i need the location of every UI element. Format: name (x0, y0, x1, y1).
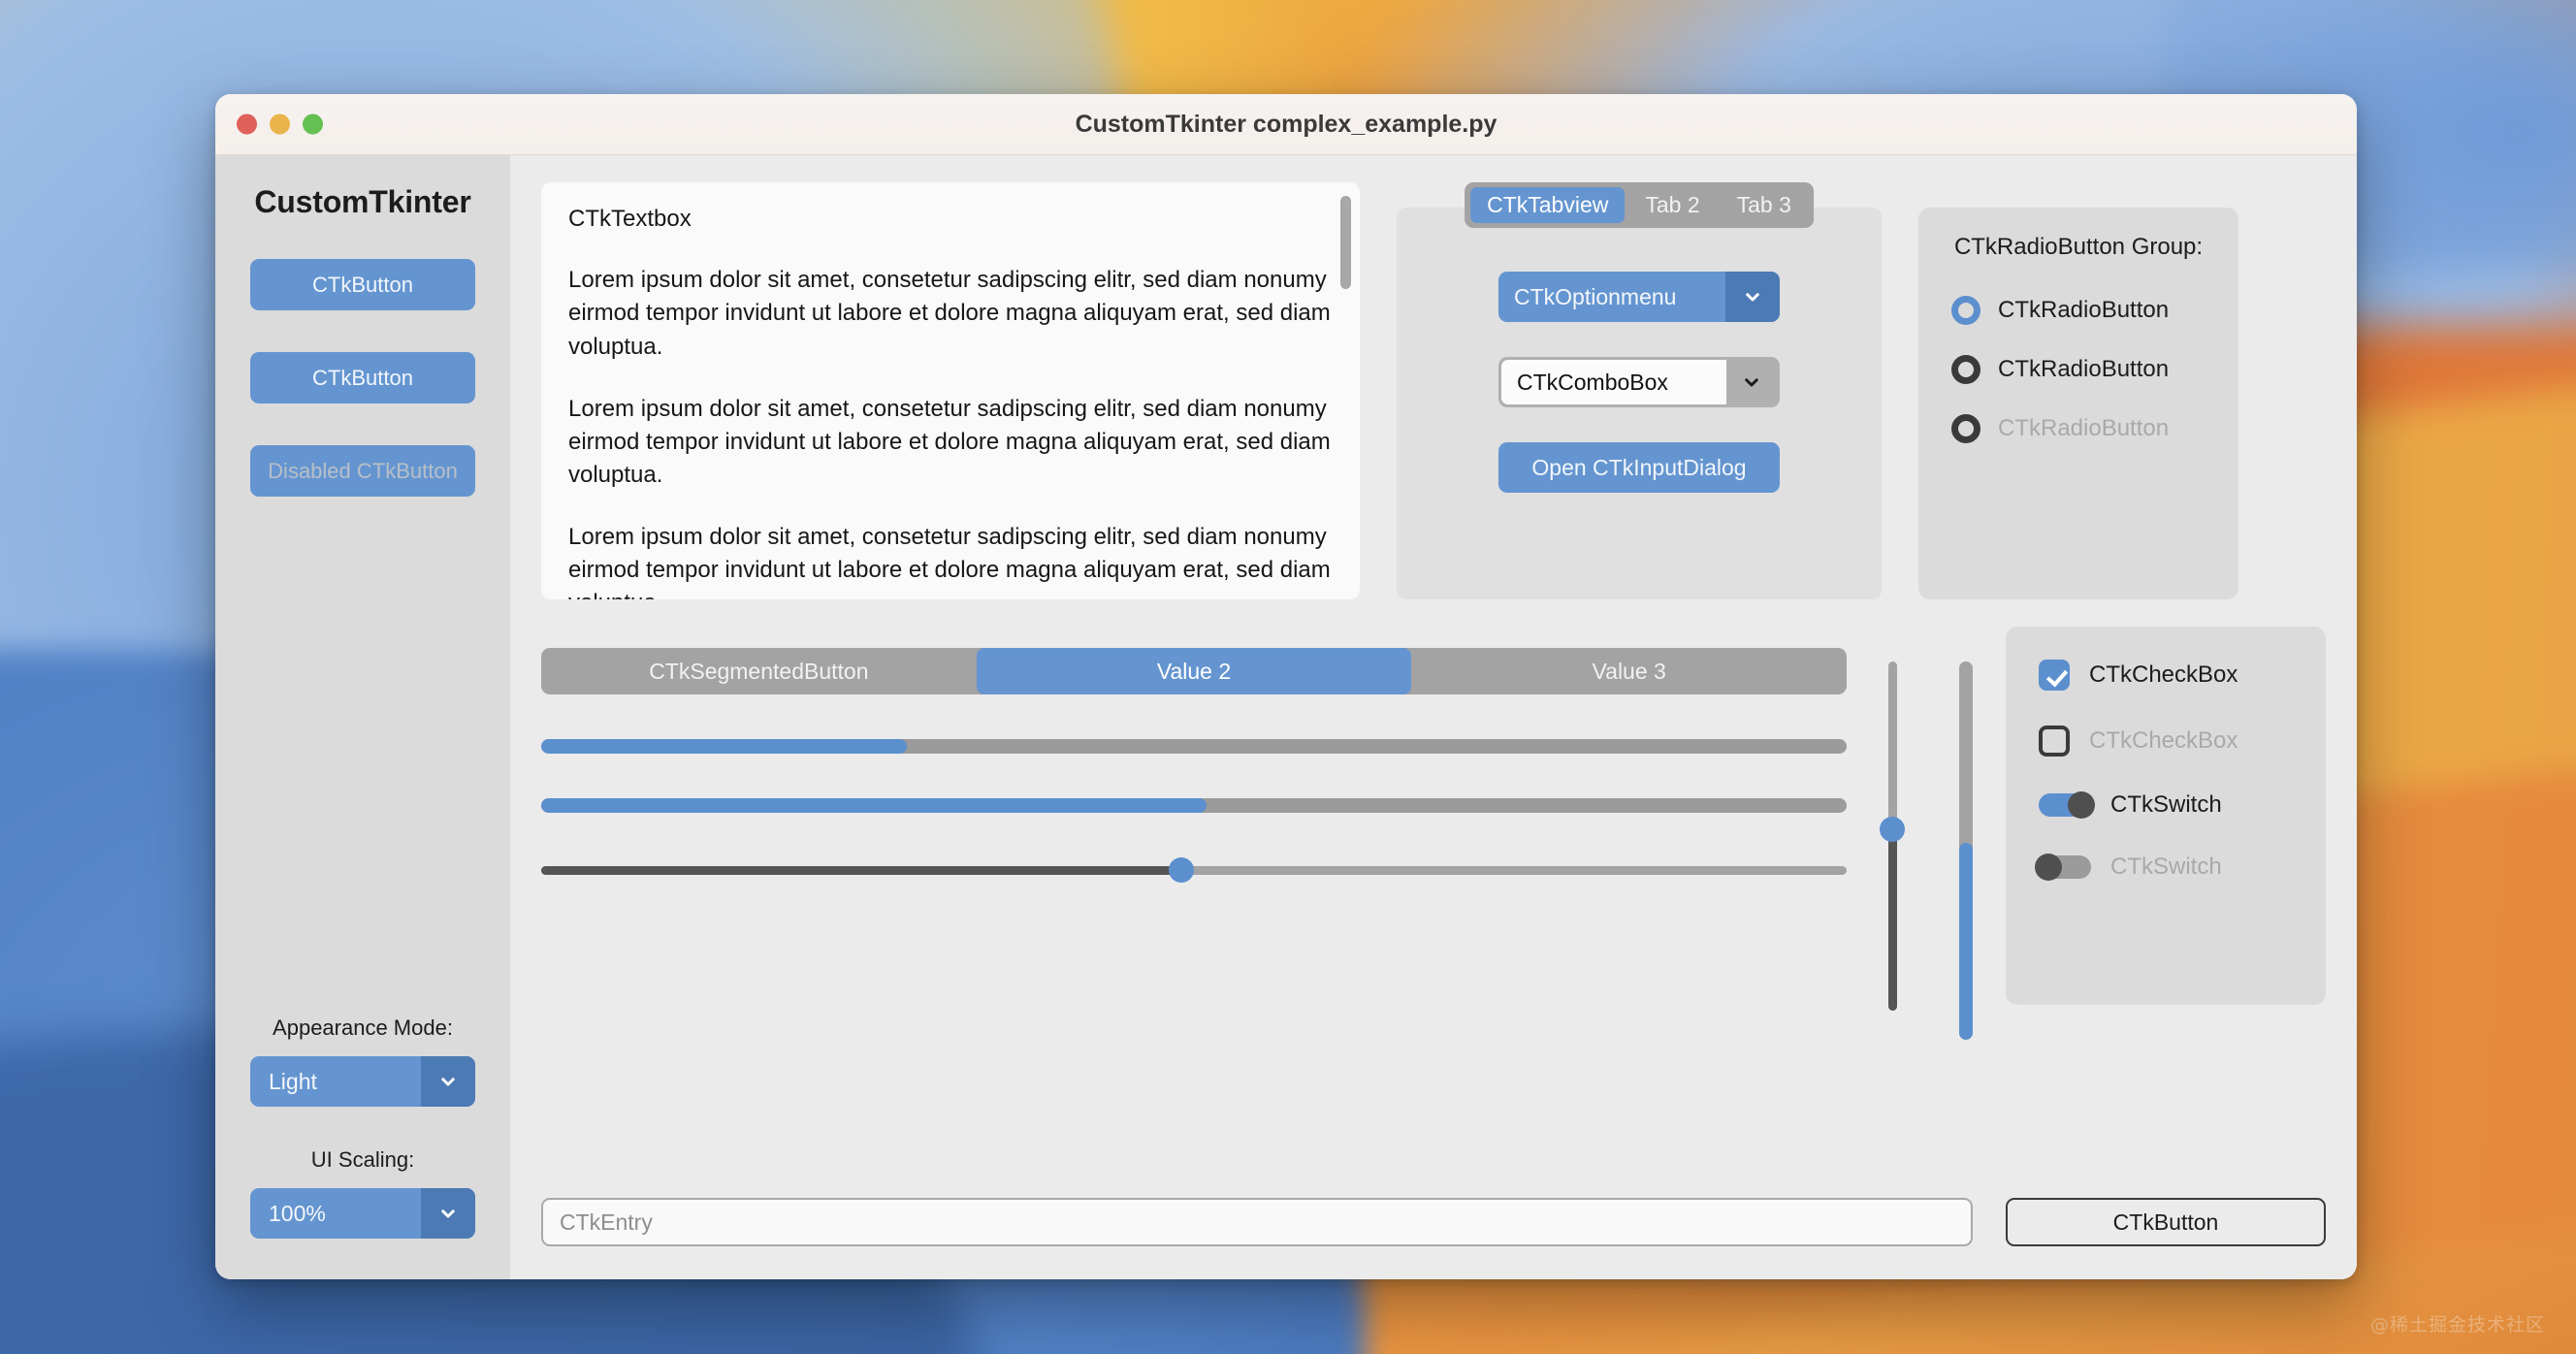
progressbar-2 (541, 798, 1847, 813)
slider-progressbar-column: CTkSegmentedButton Value 2 Value 3 (541, 627, 1847, 1044)
switch-on-icon[interactable] (2039, 791, 2095, 819)
radio-label-2: CTkRadioButton (1998, 356, 2170, 382)
tabview-tab-bar: CTkTabview Tab 2 Tab 3 (1465, 182, 1814, 228)
textbox-paragraph: Lorem ipsum dolor sit amet, consetetur s… (568, 395, 1331, 488)
tab-ctktabview[interactable]: CTkTabview (1470, 187, 1626, 223)
desktop-background: @稀土掘金技术社区 CustomTkinter complex_example.… (0, 0, 2576, 1354)
textbox-heading: CTkTextbox (568, 206, 692, 232)
ctk-segmented-button: CTkSegmentedButton Value 2 Value 3 (541, 648, 1847, 694)
progressbar-1-fill (541, 739, 907, 754)
window-titlebar[interactable]: CustomTkinter complex_example.py (215, 94, 2357, 155)
sidebar-button-1[interactable]: CTkButton (250, 259, 475, 310)
radio-row-2[interactable]: CTkRadioButton (1918, 355, 2238, 384)
bottom-ctk-button-label: CTkButton (2112, 1209, 2219, 1235)
ctk-combobox[interactable]: CTkComboBox (1498, 357, 1780, 407)
vertical-slider[interactable] (1880, 661, 1905, 1011)
sidebar-button-disabled: Disabled CTkButton (250, 445, 475, 497)
ctk-entry[interactable]: CTkEntry (541, 1198, 1973, 1246)
radio-unselected-icon (1951, 414, 1980, 443)
segment-value-3[interactable]: Value 3 (1411, 648, 1847, 694)
ui-scaling-optionmenu[interactable]: 100% (250, 1188, 475, 1239)
tab-3[interactable]: Tab 3 (1721, 187, 1808, 223)
radio-label-1: CTkRadioButton (1998, 297, 2170, 323)
checkbox-unchecked-icon (2039, 725, 2070, 757)
main-content: CTkTextbox Lorem ipsum dolor sit amet, c… (510, 155, 2357, 1279)
segment-value-2[interactable]: Value 2 (976, 648, 1412, 694)
app-window: CustomTkinter complex_example.py CustomT… (215, 94, 2357, 1279)
sidebar-button-2[interactable]: CTkButton (250, 352, 475, 403)
appearance-mode-optionmenu[interactable]: Light (250, 1056, 475, 1107)
sidebar-button-1-label: CTkButton (312, 272, 413, 297)
switch-row-1[interactable]: CTkSwitch (2006, 791, 2326, 819)
ctk-textbox[interactable]: CTkTextbox Lorem ipsum dolor sit amet, c… (541, 182, 1360, 599)
sidebar-button-disabled-label: Disabled CTkButton (268, 458, 458, 483)
optionmenu-value: CTkOptionmenu (1514, 283, 1677, 309)
vertical-progressbar-fill (1959, 843, 1973, 1040)
switch-row-2-disabled: CTkSwitch (2006, 854, 2326, 881)
bottom-ctk-button[interactable]: CTkButton (2006, 1198, 2326, 1246)
switch-label-2: CTkSwitch (2110, 854, 2222, 880)
ctk-optionmenu[interactable]: CTkOptionmenu (1498, 272, 1780, 322)
appearance-mode-label: Appearance Mode: (273, 1016, 453, 1040)
horizontal-slider[interactable] (541, 857, 1847, 883)
switch-label-1: CTkSwitch (2110, 791, 2222, 818)
combobox-value[interactable]: CTkComboBox (1501, 360, 1726, 404)
slider-fill (541, 866, 1181, 875)
top-row: CTkTextbox Lorem ipsum dolor sit amet, c… (541, 182, 2326, 599)
chevron-down-icon[interactable] (1725, 272, 1780, 322)
radio-selected-icon[interactable] (1951, 296, 1980, 325)
open-input-dialog-button[interactable]: Open CTkInputDialog (1498, 442, 1780, 493)
checkbox-label-1: CTkCheckBox (2089, 661, 2238, 688)
checkbox-label-2: CTkCheckBox (2089, 727, 2238, 754)
checkbox-switch-frame: CTkCheckBox CTkCheckBox CTkSwitch CTkSwi… (2006, 627, 2326, 1005)
tab-2[interactable]: Tab 2 (1628, 187, 1716, 223)
radio-label-3: CTkRadioButton (1998, 415, 2170, 441)
checkbox-row-1[interactable]: CTkCheckBox (2006, 660, 2326, 691)
tabview-content: CTkOptionmenu CTkComboBox Open CTkInputD… (1397, 272, 1882, 493)
vertical-progressbar (1959, 661, 1973, 1040)
slider-handle[interactable] (1168, 857, 1194, 883)
progressbar-2-fill (541, 798, 1208, 813)
checkbox-row-2-disabled: CTkCheckBox (2006, 725, 2326, 757)
textbox-paragraph: Lorem ipsum dolor sit amet, consetetur s… (568, 523, 1331, 599)
sidebar-button-2-label: CTkButton (312, 365, 413, 390)
window-body: CustomTkinter CTkButton CTkButton Disabl… (215, 155, 2357, 1279)
window-title: CustomTkinter complex_example.py (1075, 110, 1497, 138)
entry-placeholder: CTkEntry (560, 1209, 653, 1235)
ui-scaling-value: 100% (269, 1200, 326, 1226)
radio-button-frame: CTkRadioButton Group: CTkRadioButton CTk… (1918, 208, 2238, 599)
sidebar: CustomTkinter CTkButton CTkButton Disabl… (215, 155, 510, 1279)
vertical-controls-column (1880, 627, 1973, 1044)
sidebar-brand-label: CustomTkinter (254, 184, 471, 219)
radio-group-title: CTkRadioButton Group: (1953, 234, 2204, 260)
watermark-text: @稀土掘金技术社区 (2369, 1314, 2545, 1336)
appearance-mode-value: Light (269, 1068, 317, 1094)
ui-scaling-label: UI Scaling: (310, 1147, 415, 1172)
radio-row-3-disabled: CTkRadioButton (1918, 414, 2238, 443)
chevron-down-icon[interactable] (1726, 360, 1777, 404)
radio-unselected-icon[interactable] (1951, 355, 1980, 384)
checkbox-checked-icon[interactable] (2039, 660, 2070, 691)
progressbar-1 (541, 739, 1847, 754)
middle-row: CTkSegmentedButton Value 2 Value 3 CTkCh… (541, 627, 2326, 1044)
vertical-slider-fill (1888, 828, 1897, 1011)
radio-row-1[interactable]: CTkRadioButton (1918, 296, 2238, 325)
segment-ctksegmentedbutton[interactable]: CTkSegmentedButton (541, 648, 977, 694)
switch-off-icon (2035, 854, 2091, 881)
chevron-down-icon[interactable] (421, 1056, 475, 1107)
textbox-paragraph: Lorem ipsum dolor sit amet, consetetur s… (568, 267, 1331, 360)
chevron-down-icon[interactable] (421, 1188, 475, 1239)
textbox-scrollbar[interactable] (1340, 196, 1351, 289)
vertical-slider-handle[interactable] (1880, 816, 1905, 842)
bottom-row: CTkEntry CTkButton (541, 1198, 2326, 1246)
open-input-dialog-label: Open CTkInputDialog (1531, 454, 1747, 480)
ctk-tabview: CTkTabview Tab 2 Tab 3 CTkOptionmenu CTk… (1397, 182, 1882, 599)
